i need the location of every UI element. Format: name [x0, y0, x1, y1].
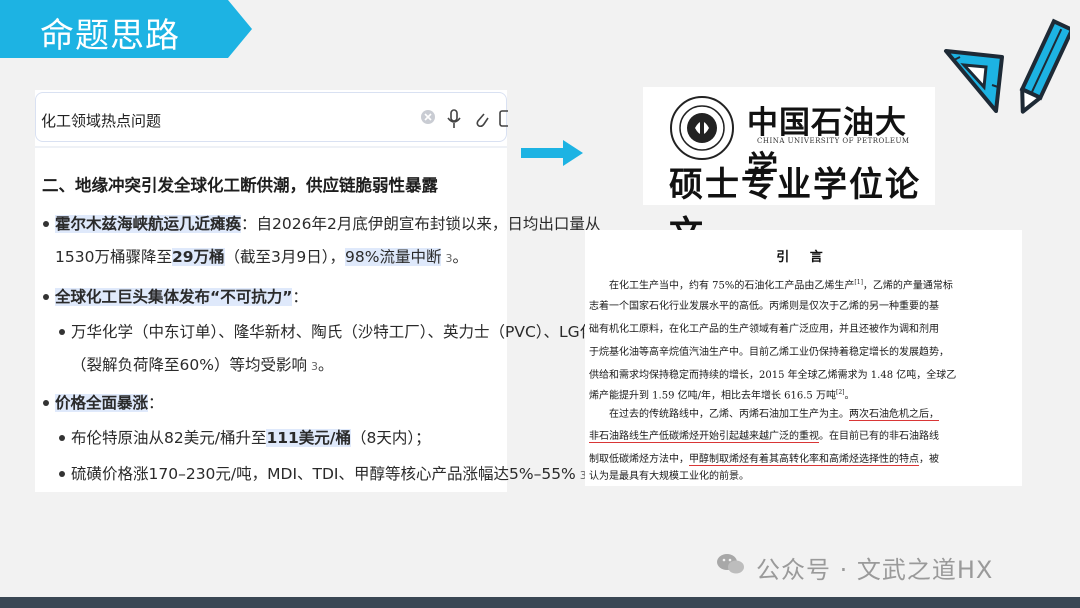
bullet-dot — [43, 221, 49, 227]
bullet-title: 全球化工巨头集体发布“不可抗力” — [55, 288, 293, 306]
sub-bullet-brent: 布伦特原油从82美元/桶升至111美元/桶（8天内）； — [71, 426, 431, 448]
university-logo-card: 中国石油大学 CHINA UNIVERSITY OF PETROLEUM 硕士专… — [643, 87, 935, 254]
university-name-en: CHINA UNIVERSITY OF PETROLEUM — [757, 137, 910, 145]
citation-ref: [1] — [854, 279, 863, 286]
paper-excerpt: 引 言 在化工生产当中，约有 75%的石油化工产品由乙烯生产[1]，乙烯的产量通… — [585, 230, 1022, 486]
paper-line: 于烷基化油等高辛烷值汽油生产中。目前乙烯工业仍保持着稳定增长的发展趋势， — [589, 347, 949, 358]
title-banner: 命题思路 — [0, 0, 252, 58]
bullet-title: 霍尔木兹海峡航运几近瘫痪 — [55, 215, 242, 233]
highlight-value: 111美元/桶 — [266, 429, 351, 447]
bullet-text: 1530万桶骤降至 — [55, 248, 172, 266]
answer-heading: 二、地缘冲突引发全球化工断供潮，供应链脆弱性暴露 — [42, 176, 438, 195]
right-arrow-icon — [521, 140, 583, 166]
clear-icon[interactable] — [420, 109, 436, 125]
search-result-panel: 化工领域热点问题 二、地缘冲突引发全球化工断供潮，供应链脆弱性暴露 霍尔木兹海峡… — [35, 90, 611, 492]
paper-line: 在化工生产当中，约有 75%的石油化工产品由乙烯生产[1]，乙烯的产量通常标 — [609, 279, 953, 292]
sub-bullet-companies-line2: （裂解负荷降至60%）等均受影响 3。 — [71, 356, 334, 374]
underlined-text: 非石油路线生产低碳烯烃开始引起越来越广泛的重视 — [589, 431, 819, 443]
bullet-item-strait-line2: 1530万桶骤降至29万桶（截至3月9日），98%流量中断 3。 — [55, 248, 468, 266]
more-icon[interactable] — [499, 109, 508, 129]
sub-bullet-dot — [59, 435, 65, 441]
paper-line: 志着一个国家石化行业发展水平的高低。丙烯则是仅次于乙烯的另一种重要的基 — [589, 301, 939, 312]
sub-bullet-dot — [59, 471, 65, 477]
sub-bullet-sulfur: 硫磺价格涨170–230元/吨，MDI、TDI、甲醇等核心产品涨幅达5%–55%… — [71, 462, 598, 484]
underlined-text: 甲醇制取烯烃有着其高转化率和高烯烃选择性的特点 — [689, 454, 919, 466]
bullet-text: （裂解负荷降至60%）等均受影响 — [71, 356, 307, 374]
footer-bar — [0, 597, 1080, 608]
paper-line: 制取低碳烯烃方法中，甲醇制取烯烃有着其高转化率和高烯烃选择性的特点，被 — [589, 454, 939, 466]
bullet-text: ： — [148, 394, 164, 412]
paper-heading: 引 言 — [776, 250, 831, 265]
highlight-value: 98%流量中断 — [345, 248, 442, 266]
bullet-title: 价格全面暴涨 — [55, 394, 149, 412]
paper-line: 供给和需求均保持稳定而持续的增长，2015 年全球乙烯需求为 1.48 亿吨，全… — [589, 370, 957, 381]
wechat-icon — [717, 554, 744, 574]
search-bar[interactable]: 化工领域热点问题 — [35, 92, 508, 142]
watermark-text: 公众号 · 文武之道HX — [756, 556, 994, 584]
sub-bullet-companies: 万华化学（中东订单）、隆华新材、陶氏（沙特工厂）、英力士（PVC）、LG化学 — [71, 320, 611, 342]
page-title: 命题思路 — [40, 16, 180, 56]
ruler-pencil-icon — [940, 15, 1075, 129]
bullet-text: ：自2026年2月底伊朗宣布封锁以来，日均出口量从 — [241, 215, 601, 233]
attachment-icon[interactable] — [473, 109, 489, 129]
underlined-text: 两次石油危机之后， — [849, 409, 939, 421]
bullet-item-prices: 价格全面暴涨： — [55, 391, 164, 413]
paper-line: 非石油路线生产低碳烯烃开始引起越来越广泛的重视。在目前已有的非石油路线 — [589, 431, 939, 443]
bullet-item-force-majeure: 全球化工巨头集体发布“不可抗力”： — [55, 285, 308, 307]
university-seal-icon — [670, 96, 734, 160]
paper-line: 认为是最具有大规模工业化的前景。 — [589, 471, 749, 482]
bullet-text: （截至3月9日）， — [224, 248, 346, 266]
citation-ref[interactable]: 3 — [311, 360, 318, 373]
bullet-text: （8天内）； — [350, 429, 431, 447]
bullet-text: 硫磺价格涨170–230元/吨，MDI、TDI、甲醇等核心产品涨幅达5%–55% — [71, 465, 576, 483]
sub-bullet-dot — [59, 329, 65, 335]
bullet-item-strait: 霍尔木兹海峡航运几近瘫痪：自2026年2月底伊朗宣布封锁以来，日均出口量从 — [55, 212, 600, 234]
paper-line: 烯产能提升到 1.59 亿吨/年，相比去年增长 616.5 万吨[2]。 — [589, 389, 855, 402]
highlight-value: 29万桶 — [171, 248, 225, 266]
bullet-dot — [43, 294, 49, 300]
bullet-dot — [43, 400, 49, 406]
bullet-text: ： — [292, 288, 308, 306]
bullet-text: 布伦特原油从82美元/桶升至 — [71, 429, 267, 447]
bullet-text: 万华化学（中东订单）、隆华新材、陶氏（沙特工厂）、英力士（PVC）、LG化学 — [71, 323, 611, 341]
paper-line: 在过去的传统路线中，乙烯、丙烯石油加工生产为主。两次石油危机之后， — [609, 409, 939, 421]
divider — [35, 146, 507, 148]
search-input[interactable]: 化工领域热点问题 — [41, 110, 161, 131]
microphone-icon[interactable] — [446, 109, 462, 129]
paper-line: 础有机化工原料，在化工产品的生产领域有着广泛应用，并且还被作为调和剂用 — [589, 324, 939, 335]
